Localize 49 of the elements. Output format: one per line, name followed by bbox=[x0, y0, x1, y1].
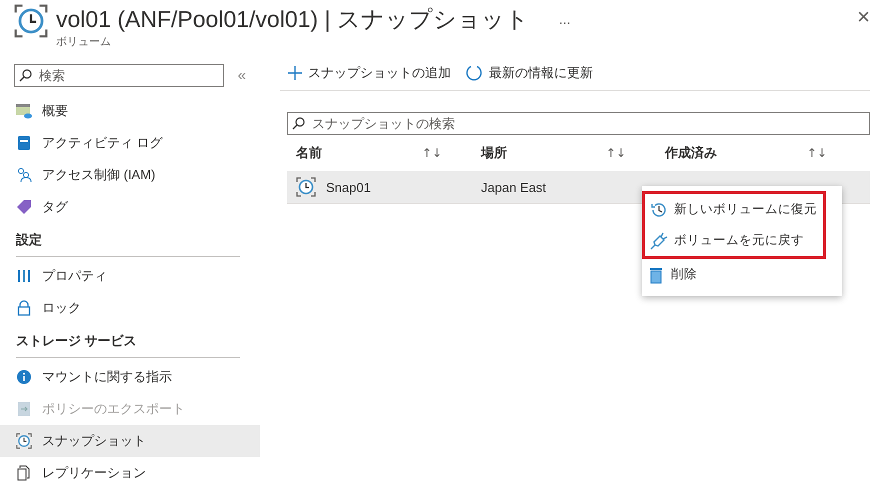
copy-icon bbox=[16, 465, 32, 481]
section-heading: 設定 bbox=[16, 231, 240, 257]
log-icon bbox=[16, 135, 32, 151]
page-title: vol01 (ANF/Pool01/vol01) | スナップショット bbox=[56, 5, 529, 34]
sidebar-item[interactable]: マウントに関する指示 bbox=[0, 361, 260, 393]
menu-item[interactable]: ボリュームを元に戻す bbox=[645, 225, 823, 256]
sidebar-item[interactable]: タグ bbox=[0, 191, 260, 223]
info-icon bbox=[16, 369, 32, 385]
close-button[interactable]: × bbox=[851, 4, 876, 30]
section-heading: ストレージ サービス bbox=[16, 332, 240, 358]
refresh-icon bbox=[465, 64, 483, 82]
export-icon bbox=[16, 401, 32, 417]
properties-icon bbox=[16, 268, 32, 284]
page-subtitle: ボリューム bbox=[56, 35, 112, 49]
trash-icon bbox=[647, 266, 665, 284]
tag-icon bbox=[16, 199, 32, 215]
sidebar-item[interactable]: スナップショット bbox=[0, 425, 260, 457]
history-icon bbox=[650, 200, 668, 218]
sort-button[interactable]: ↑↓ bbox=[422, 146, 442, 160]
collapse-button[interactable]: « bbox=[238, 67, 246, 84]
clock-icon bbox=[296, 177, 316, 197]
add-button[interactable]: スナップショットの追加 bbox=[288, 64, 451, 82]
people-icon bbox=[16, 167, 32, 183]
lock-icon bbox=[16, 300, 32, 316]
sort-button[interactable]: ↑↓ bbox=[606, 146, 626, 160]
overview-icon bbox=[16, 103, 32, 119]
search-field[interactable]: スナップショットの検索 bbox=[287, 112, 870, 135]
sidebar-item[interactable]: アクティビティ ログ bbox=[0, 127, 260, 159]
clock-icon bbox=[14, 4, 48, 38]
sidebar-item[interactable]: レプリケーション bbox=[0, 457, 260, 489]
sidebar-item[interactable]: アクセス制御 (IAM) bbox=[0, 159, 260, 191]
plus-icon bbox=[288, 66, 302, 80]
menu-item[interactable]: 削除 bbox=[642, 259, 842, 290]
table-cell: Japan East bbox=[481, 180, 546, 194]
sidebar-item[interactable]: プロパティ bbox=[0, 260, 260, 292]
sidebar-item[interactable]: 概要 bbox=[0, 95, 260, 127]
refresh-button[interactable]: 最新の情報に更新 bbox=[465, 64, 593, 82]
column-header: 場所 bbox=[481, 144, 507, 162]
sort-button[interactable]: ↑↓ bbox=[806, 146, 827, 160]
sidebar-item[interactable]: ロック bbox=[0, 292, 260, 324]
column-header: 作成済み bbox=[665, 144, 717, 162]
search-icon bbox=[19, 69, 32, 82]
table-cell: Snap01 bbox=[326, 180, 371, 194]
search-icon bbox=[292, 117, 305, 130]
column-header: 名前 bbox=[296, 144, 322, 162]
clock-icon bbox=[16, 433, 32, 449]
search-field[interactable]: 検索 bbox=[14, 64, 224, 87]
more-button[interactable]: ... bbox=[554, 11, 575, 27]
plug-icon bbox=[650, 232, 668, 250]
